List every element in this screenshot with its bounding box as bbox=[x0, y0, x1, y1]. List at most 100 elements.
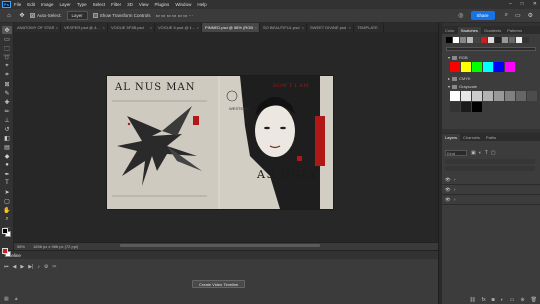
create-video-timeline-button[interactable]: Create Video Timeline bbox=[192, 280, 246, 288]
layer-row[interactable]: 👁 › bbox=[442, 175, 540, 185]
chevron-right-icon[interactable]: › bbox=[454, 187, 456, 192]
swatch[interactable] bbox=[446, 37, 452, 43]
tab-layers[interactable]: Layers bbox=[442, 134, 461, 141]
swatch[interactable] bbox=[494, 62, 504, 72]
auto-select-checkbox[interactable]: ✓ bbox=[30, 13, 35, 18]
settings-icon[interactable]: ⚙ bbox=[528, 12, 533, 19]
marquee-tool-icon[interactable]: ⬚ bbox=[2, 44, 12, 52]
swatch[interactable] bbox=[472, 62, 482, 72]
menu-3d[interactable]: 3D bbox=[127, 2, 133, 7]
dodge-tool-icon[interactable]: ● bbox=[2, 161, 12, 169]
document-size[interactable]: 1656 px x 966 px (72 ppi) bbox=[33, 244, 78, 249]
convert-frames-icon[interactable]: ▦ bbox=[4, 296, 9, 302]
swatch[interactable] bbox=[509, 37, 515, 43]
menu-window[interactable]: Window bbox=[175, 2, 191, 7]
close-icon[interactable]: × bbox=[197, 25, 199, 30]
swatch[interactable] bbox=[450, 102, 460, 112]
layer-filter-dropdown[interactable]: Kind bbox=[445, 150, 467, 156]
swatch[interactable] bbox=[488, 37, 494, 43]
menu-image[interactable]: Image bbox=[41, 2, 54, 7]
stamp-tool-icon[interactable]: ⊥ bbox=[2, 116, 12, 124]
swatch[interactable] bbox=[527, 91, 537, 101]
tab-patterns[interactable]: Patterns bbox=[504, 27, 525, 34]
crop-tool-icon[interactable]: ⌗ bbox=[2, 71, 12, 79]
tab-document[interactable]: VOGUE 6.psd @ 1... × bbox=[155, 23, 202, 32]
healing-tool-icon[interactable]: ✚ bbox=[2, 98, 12, 106]
search-icon[interactable]: ⌕ bbox=[505, 12, 508, 19]
home-icon[interactable]: ⌂ bbox=[4, 11, 14, 20]
swatch-group-rgb[interactable]: ▾ RGB bbox=[448, 55, 468, 60]
swatch[interactable] bbox=[472, 91, 482, 101]
menu-help[interactable]: Help bbox=[197, 2, 206, 7]
move-tool-icon[interactable]: ✥ bbox=[17, 11, 27, 20]
auto-select-dropdown[interactable]: Layer bbox=[66, 11, 88, 20]
swatch[interactable] bbox=[467, 37, 473, 43]
swatch[interactable] bbox=[495, 37, 501, 43]
swatch[interactable] bbox=[516, 37, 522, 43]
swatch[interactable] bbox=[450, 91, 460, 101]
shape-filter-icon[interactable]: ▢ bbox=[491, 150, 496, 156]
3d-mode-icon[interactable]: ◎ bbox=[458, 12, 463, 19]
new-layer-icon[interactable]: ⊕ bbox=[520, 297, 524, 303]
menu-edit[interactable]: Edit bbox=[27, 2, 35, 7]
frame-tool-icon[interactable]: ⊠ bbox=[2, 80, 12, 88]
visibility-icon[interactable]: 👁 bbox=[445, 187, 451, 193]
close-icon[interactable]: × bbox=[56, 25, 58, 30]
lasso-tool-icon[interactable]: ➰ bbox=[2, 53, 12, 61]
settings-icon[interactable]: ⚙ bbox=[44, 264, 48, 270]
swatch-group-grayscale[interactable]: ▾ Grayscale bbox=[448, 84, 477, 89]
audio-icon[interactable]: ♪ bbox=[37, 264, 40, 270]
brush-tool-icon[interactable]: ✏ bbox=[2, 107, 12, 115]
share-button[interactable]: Share bbox=[470, 11, 495, 20]
zoom-out-icon[interactable]: ▲ bbox=[14, 296, 19, 302]
swatch-group-cmyk[interactable]: ▸ CMYK bbox=[448, 76, 471, 81]
close-icon[interactable]: × bbox=[349, 25, 351, 30]
move-tool-icon[interactable]: ✥ bbox=[2, 26, 12, 34]
adjustment-icon[interactable]: ◐ bbox=[501, 297, 504, 303]
swatch[interactable] bbox=[481, 37, 487, 43]
zoom-level[interactable]: 58% bbox=[17, 244, 25, 249]
zoom-tool-icon[interactable]: ⌕ bbox=[2, 215, 12, 223]
hand-tool-icon[interactable]: ✋ bbox=[2, 206, 12, 214]
horizontal-scrollbar[interactable] bbox=[120, 244, 320, 247]
swatch[interactable] bbox=[505, 91, 515, 101]
swatch[interactable] bbox=[461, 62, 471, 72]
play-icon[interactable]: ▶ bbox=[20, 264, 24, 270]
tab-document[interactable]: ANATOMY OF STARVATION.psd× bbox=[14, 23, 61, 32]
first-frame-icon[interactable]: ⏮ bbox=[4, 264, 9, 270]
visibility-icon[interactable]: 👁 bbox=[445, 177, 451, 183]
swatch[interactable] bbox=[502, 37, 508, 43]
tab-document[interactable]: TEMPLATE bbox=[354, 23, 384, 32]
tab-document[interactable]: VOGUE 5F3B.psd × bbox=[108, 23, 155, 32]
tab-swatches[interactable]: Swatches bbox=[457, 27, 481, 34]
close-button[interactable]: ✕ bbox=[533, 1, 537, 7]
object-select-tool-icon[interactable]: ⌖ bbox=[2, 62, 12, 70]
swatch[interactable] bbox=[474, 37, 480, 43]
close-icon[interactable]: × bbox=[103, 25, 105, 30]
adjustment-filter-icon[interactable]: ◐ bbox=[479, 150, 482, 156]
tab-paths[interactable]: Paths bbox=[483, 134, 499, 141]
menu-plugins[interactable]: Plugins bbox=[155, 2, 170, 7]
scissors-icon[interactable]: ✂ bbox=[52, 264, 56, 270]
close-icon[interactable]: × bbox=[255, 25, 257, 30]
swatch[interactable] bbox=[461, 91, 471, 101]
tab-gradients[interactable]: Gradients bbox=[481, 27, 504, 34]
swatch[interactable] bbox=[460, 37, 466, 43]
pen-tool-icon[interactable]: ✒ bbox=[2, 170, 12, 178]
swatch[interactable] bbox=[472, 102, 482, 112]
swatch[interactable] bbox=[505, 62, 515, 72]
menu-type[interactable]: Type bbox=[77, 2, 87, 7]
history-brush-tool-icon[interactable]: ↺ bbox=[2, 125, 12, 133]
next-frame-icon[interactable]: ▶| bbox=[28, 264, 33, 270]
foreground-color-swatch[interactable] bbox=[2, 228, 8, 234]
menu-view[interactable]: View bbox=[139, 2, 149, 7]
image-filter-icon[interactable]: ▣ bbox=[471, 150, 476, 156]
tab-document[interactable]: VESPER.psd @ 4... × bbox=[61, 23, 108, 32]
close-icon[interactable]: × bbox=[302, 25, 304, 30]
swatch[interactable] bbox=[453, 37, 459, 43]
visibility-icon[interactable]: 👁 bbox=[445, 197, 451, 203]
swatch[interactable] bbox=[483, 91, 493, 101]
quick-mask-swatch[interactable] bbox=[2, 248, 8, 254]
layer-row[interactable]: 👁 › bbox=[442, 185, 540, 195]
blur-tool-icon[interactable]: ◆ bbox=[2, 152, 12, 160]
